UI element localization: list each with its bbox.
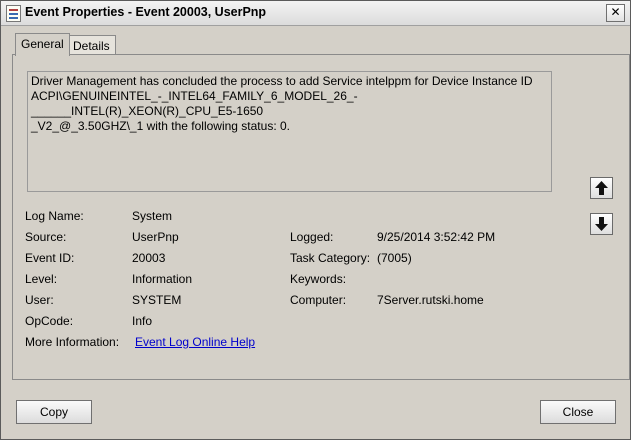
- logged-label: Logged:: [290, 230, 334, 244]
- more-information-label: More Information:: [25, 335, 120, 349]
- event-id-label: Event ID:: [25, 251, 75, 265]
- log-name-value: System: [132, 209, 173, 223]
- computer-value: 7Server.rutski.home: [377, 293, 484, 307]
- task-category-value: (7005): [377, 251, 412, 265]
- opcode-value: Info: [132, 314, 153, 328]
- window-title: Event Properties - Event 20003, UserPnp: [25, 5, 267, 19]
- close-window-button[interactable]: ✕: [606, 4, 625, 22]
- general-panel: Driver Management has concluded the proc…: [12, 54, 630, 380]
- task-category-label: Task Category:: [290, 251, 371, 265]
- event-viewer-icon: [6, 5, 21, 22]
- source-label: Source:: [25, 230, 67, 244]
- event-properties-window: Event Properties - Event 20003, UserPnp …: [0, 0, 631, 440]
- user-value: SYSTEM: [132, 293, 182, 307]
- logged-value: 9/25/2014 3:52:42 PM: [377, 230, 496, 244]
- event-description[interactable]: Driver Management has concluded the proc…: [27, 71, 552, 192]
- level-label: Level:: [25, 272, 58, 286]
- next-event-button[interactable]: [590, 213, 613, 235]
- arrow-up-icon: [595, 181, 608, 195]
- log-name-label: Log Name:: [25, 209, 84, 223]
- user-label: User:: [25, 293, 54, 307]
- copy-button[interactable]: Copy: [16, 400, 92, 424]
- previous-event-button[interactable]: [590, 177, 613, 199]
- keywords-label: Keywords:: [290, 272, 347, 286]
- title-bar[interactable]: Event Properties - Event 20003, UserPnp …: [1, 1, 630, 26]
- event-id-value: 20003: [132, 251, 166, 265]
- event-log-online-help-link[interactable]: Event Log Online Help: [135, 335, 255, 349]
- source-value: UserPnp: [132, 230, 179, 244]
- close-button[interactable]: Close: [540, 400, 616, 424]
- arrow-down-icon: [595, 217, 608, 231]
- computer-label: Computer:: [290, 293, 347, 307]
- tab-details[interactable]: Details: [67, 35, 116, 56]
- opcode-label: OpCode:: [25, 314, 74, 328]
- level-value: Information: [132, 272, 193, 286]
- tab-general[interactable]: General: [15, 33, 70, 56]
